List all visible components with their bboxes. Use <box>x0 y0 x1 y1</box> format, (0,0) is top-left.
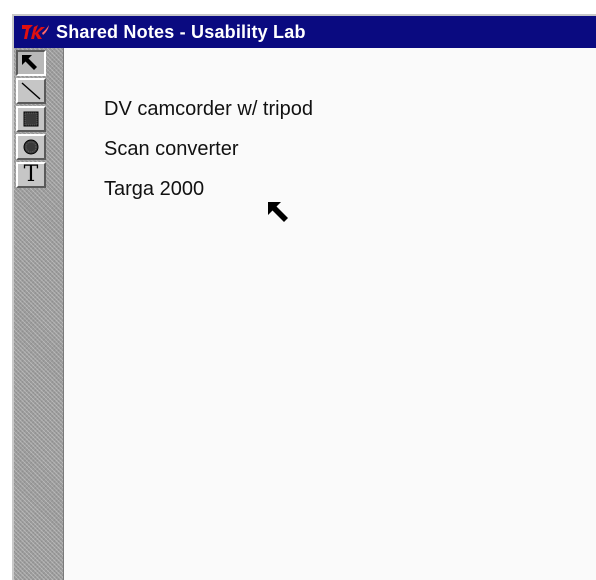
diagonal-line-icon <box>21 82 41 100</box>
line-tool-button[interactable] <box>16 78 46 104</box>
text-tool-button[interactable]: T <box>16 162 46 188</box>
select-tool-button[interactable] <box>16 50 46 76</box>
tk-logo-icon <box>18 20 52 44</box>
note-text-line[interactable]: Scan converter <box>104 138 239 161</box>
note-text-line[interactable]: Targa 2000 <box>104 178 204 201</box>
shared-notes-window: Shared Notes - Usability Lab T DV camcor… <box>12 14 596 580</box>
note-text-line[interactable]: DV camcorder w/ tripod <box>104 98 313 121</box>
rectangle-tool-button[interactable] <box>16 106 46 132</box>
drawing-toolbar: T <box>14 48 64 580</box>
oval-tool-button[interactable] <box>16 134 46 160</box>
window-title: Shared Notes - Usability Lab <box>56 21 306 42</box>
filled-square-icon <box>23 111 39 127</box>
arrow-pointer-icon <box>22 55 37 70</box>
text-T-icon: T <box>23 162 39 187</box>
remote-arrow-pointer-icon <box>268 202 288 222</box>
title-bar[interactable]: Shared Notes - Usability Lab <box>14 16 596 48</box>
notes-canvas[interactable]: DV camcorder w/ tripod Scan converter Ta… <box>64 48 596 580</box>
filled-circle-icon <box>23 139 39 155</box>
